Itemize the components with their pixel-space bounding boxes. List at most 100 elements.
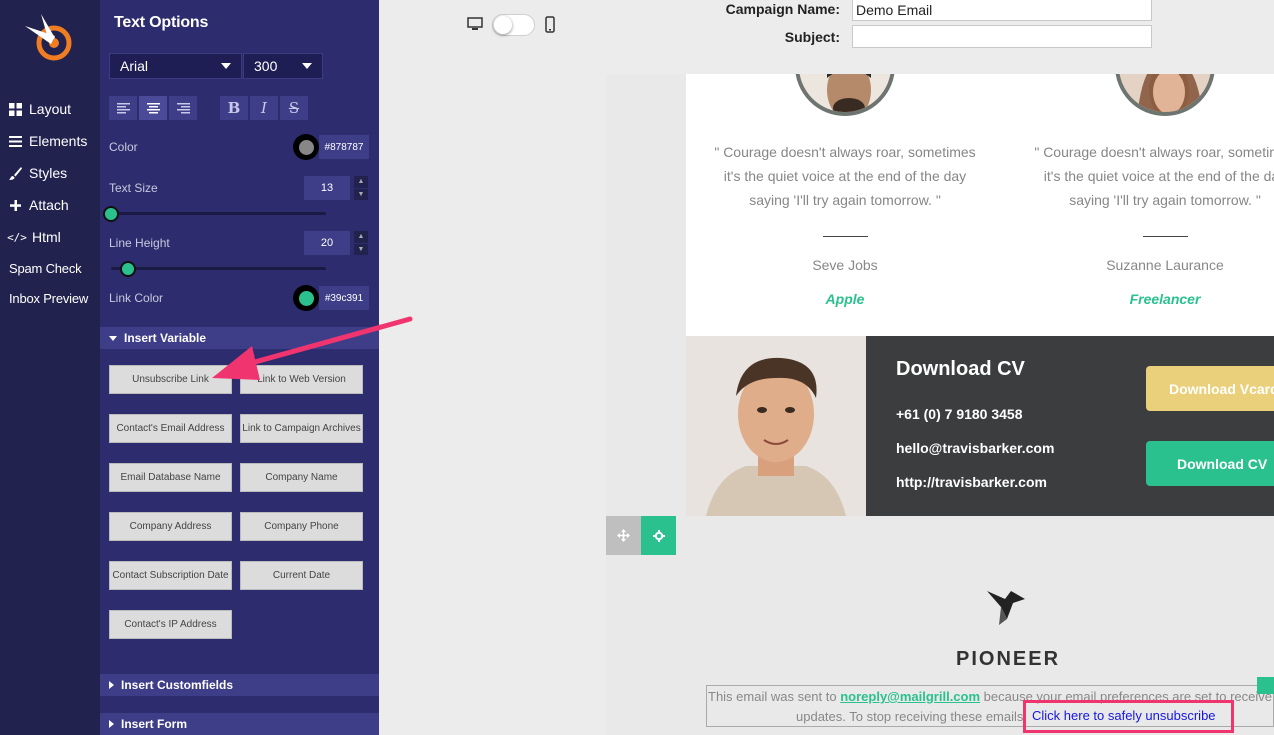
move-handle[interactable] [606,516,641,555]
nav-label: Spam Check [9,261,82,276]
line-height-stepper[interactable]: ▲ ▼ [354,231,368,255]
copy-icon[interactable] [1257,677,1274,694]
testimonial-role: Freelancer [1129,291,1201,307]
insert-customfields-header[interactable]: Insert Customfields [100,674,379,696]
line-height-label: Line Height [109,236,170,250]
strikethrough-button[interactable]: S [280,96,308,120]
mobile-icon[interactable] [545,16,555,33]
cv-url: http://travisbarker.com [896,474,1047,490]
nav-label: Html [32,229,61,245]
nav-item-inbox-preview[interactable]: Inbox Preview [9,291,88,306]
company-phone-button[interactable]: Company Phone [240,512,363,541]
company-name-button[interactable]: Company Name [240,463,363,492]
text-size-slider-handle[interactable] [103,206,119,222]
nav-label: Layout [29,101,72,117]
align-left-icon [116,102,130,113]
nav-item-spam-check[interactable]: Spam Check [9,261,82,276]
profile-photo [686,336,866,516]
company-address-button[interactable]: Company Address [109,512,232,541]
nav-item-styles[interactable]: Styles [9,165,67,181]
logo-icon [25,14,72,61]
ip-address-button[interactable]: Contact's IP Address [109,610,232,639]
color-swatch[interactable] [293,134,319,160]
testimonial-quote-line: saying 'I'll try again tomorrow. " [1069,192,1261,208]
download-vcard-button[interactable]: Download Vcard [1146,366,1274,411]
divider [823,236,868,237]
insert-form-title: Insert Form [121,717,188,731]
toggle-knob [494,16,512,34]
testimonial-quote-line: it's the quiet voice at the end of the d… [1043,168,1274,184]
contact-email-button[interactable]: Contact's Email Address [109,414,232,443]
text-size-input[interactable]: 13 [304,176,350,200]
line-height-slider[interactable] [111,267,326,270]
subscription-date-button[interactable]: Contact Subscription Date [109,561,232,590]
text-size-stepper[interactable]: ▲ ▼ [354,176,368,200]
testimonial-quote-line: saying 'I'll try again tomorrow. " [749,192,941,208]
footer-email-link[interactable]: noreply@mailgrill.com [840,689,980,704]
left-nav: Layout Elements Styles Attach </> Html S… [0,0,100,735]
font-weight-select[interactable]: 300 [243,53,323,79]
align-left-button[interactable] [109,96,137,120]
line-height-input[interactable]: 20 [304,231,350,255]
stepper-up-icon[interactable]: ▲ [354,231,368,243]
subject-label: Subject: [784,29,840,45]
campaign-name-input[interactable]: Demo Email [852,0,1152,21]
subject-input[interactable] [852,25,1152,48]
italic-button[interactable]: I [250,96,278,120]
campaign-name-label: Campaign Name: [725,1,840,17]
testimonial-name: Seve Jobs [812,257,878,273]
stepper-up-icon[interactable]: ▲ [354,176,368,188]
caret-down-icon [302,63,312,69]
link-color-hex-value[interactable]: #39c391 [319,286,369,310]
footer-text-before: This email was sent to [708,689,841,704]
brand-name: PIONEER [956,648,1061,670]
align-center-icon [146,102,160,113]
download-cv-button[interactable]: Download CV [1146,441,1274,486]
gear-icon [652,529,665,542]
brush-icon [9,166,22,180]
testimonial-quote-line: " Courage doesn't always roar, sometimes [1034,144,1274,160]
strikethrough-icon: S [288,99,300,117]
current-date-button[interactable]: Current Date [240,561,363,590]
insert-form-header[interactable]: Insert Form [100,713,379,735]
color-hex-value[interactable]: #878787 [319,135,369,159]
italic-icon: I [261,99,267,117]
cv-email: hello@travisbarker.com [896,440,1055,456]
avatar [1115,74,1215,116]
stepper-down-icon[interactable]: ▼ [354,188,368,200]
code-icon: </> [7,230,27,244]
caret-down-icon [109,335,117,341]
stepper-down-icon[interactable]: ▼ [354,243,368,255]
link-color-swatch[interactable] [293,285,319,311]
bold-button[interactable]: B [220,96,248,120]
settings-button[interactable] [641,516,676,555]
download-cv-section: Download CV +61 (0) 7 9180 3458 hello@tr… [686,336,1274,516]
desktop-icon[interactable] [467,17,483,31]
nav-label: Attach [29,197,69,213]
email-database-name-button[interactable]: Email Database Name [109,463,232,492]
testimonial-role: Apple [825,291,865,307]
text-size-label: Text Size [109,181,158,195]
panel-title: Text Options [114,14,209,31]
testimonials-section: " Courage doesn't always roar, sometimes… [686,74,1274,336]
align-center-button[interactable] [139,96,167,120]
insert-customfields-title: Insert Customfields [121,678,234,692]
campaign-archives-button[interactable]: Link to Campaign Archives [240,414,363,443]
nav-item-html[interactable]: </> Html [7,229,61,245]
testimonial-quote-line: it's the quiet voice at the end of the d… [723,168,967,184]
caret-right-icon [109,681,114,689]
nav-item-elements[interactable]: Elements [9,133,87,149]
font-family-select[interactable]: Arial [109,53,242,79]
nav-item-attach[interactable]: Attach [9,197,69,213]
nav-label: Elements [29,133,88,149]
align-right-icon [176,102,190,113]
color-label: Color [109,140,138,154]
list-icon [9,135,22,148]
avatar [795,74,895,116]
link-color-label: Link Color [109,291,164,305]
device-toggle[interactable] [492,14,535,36]
unsubscribe-link[interactable]: Click here to safely unsubscribe [1032,708,1216,723]
text-size-slider[interactable] [111,212,326,215]
nav-item-layout[interactable]: Layout [9,101,71,117]
align-right-button[interactable] [169,96,197,120]
